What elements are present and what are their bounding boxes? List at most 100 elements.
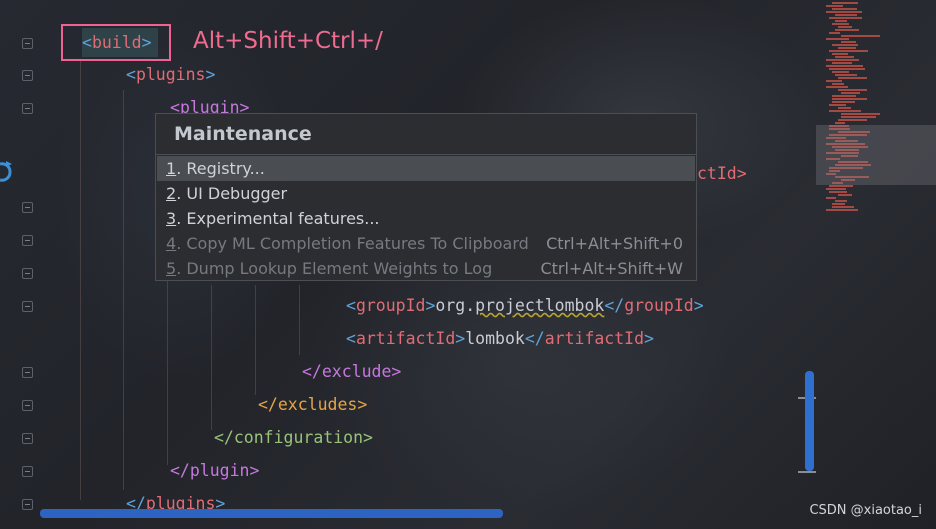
vertical-scrollbar[interactable] [805, 371, 814, 471]
tag-bracket: > [455, 329, 466, 348]
minimap-line [841, 116, 876, 118]
menu-item-label: . Dump Lookup Element Weights to Log [176, 259, 493, 278]
text-value-typo: projectlombok [475, 296, 605, 315]
tag-bracket: > [363, 428, 373, 447]
indent-guide [123, 90, 124, 490]
code-line-artifactid[interactable]: <artifactId>lombok</artifactId> [346, 329, 654, 349]
fold-marker[interactable] [22, 202, 33, 213]
menu-item-dump-lookup-weights[interactable]: 5. Dump Lookup Element Weights to Log Ct… [157, 256, 695, 281]
minimap-viewport[interactable] [816, 125, 936, 185]
menu-item-label: . Experimental features... [176, 209, 380, 228]
minimap-line [841, 113, 880, 115]
minimap-line [838, 26, 852, 28]
code-line-build[interactable]: <build> [82, 33, 152, 53]
menu-item-ui-debugger[interactable]: 2. UI Debugger [157, 181, 695, 206]
minimap-line [838, 47, 856, 49]
menu-item-label: . Registry... [176, 159, 265, 178]
minimap-line [826, 5, 843, 7]
minimap-line [826, 59, 859, 61]
code-line-groupid[interactable]: <groupId>org.projectlombok</groupId> [346, 296, 704, 316]
shortcut-annotation: Alt+Shift+Ctrl+/ [193, 28, 383, 54]
minimap-line [832, 53, 848, 55]
fold-marker[interactable] [22, 499, 33, 510]
minimap-line [832, 44, 858, 46]
minimap-line [832, 95, 856, 97]
tag-name: excludes [277, 395, 358, 414]
menu-item-copy-ml-features[interactable]: 4. Copy ML Completion Features To Clipbo… [157, 231, 695, 256]
minimap-line [826, 86, 848, 88]
fold-marker[interactable] [22, 70, 33, 81]
tag-name: plugins [135, 65, 206, 84]
minimap-line [838, 77, 867, 79]
tag-bracket: > [141, 33, 152, 52]
minimap-line [826, 11, 862, 13]
minimap-line [829, 110, 861, 112]
text-value: org. [435, 296, 476, 315]
minimap-line [829, 32, 840, 34]
minimap-line [826, 209, 858, 211]
minimap-line [838, 119, 867, 121]
maintenance-popup: Maintenance 1. Registry... 2. UI Debugge… [155, 113, 697, 281]
tag-bracket: > [205, 65, 216, 84]
fold-marker[interactable] [22, 268, 33, 279]
scroll-marker [798, 471, 816, 473]
tag-bracket: </ [258, 395, 278, 414]
minimap-line [829, 68, 865, 70]
maven-sync-icon[interactable] [0, 158, 14, 186]
horizontal-scrollbar[interactable] [40, 509, 503, 518]
tag-bracket: </ [302, 362, 322, 381]
code-line-artifact-tail[interactable]: ctId> [697, 164, 747, 184]
tag-bracket: > [693, 296, 704, 315]
indent-guide [211, 285, 212, 430]
fold-marker[interactable] [22, 400, 33, 411]
tag-bracket: > [249, 461, 260, 480]
menu-item-shortcut: Ctrl+Alt+Shift+0 [546, 234, 683, 253]
mnemonic: 4 [166, 234, 177, 253]
minimap-line [835, 29, 859, 31]
indent-guide [80, 60, 81, 500]
minimap-line [838, 194, 852, 196]
tag-bracket: < [82, 33, 92, 52]
fold-marker[interactable] [22, 103, 33, 114]
minimap-line [835, 122, 845, 124]
tag-name: groupId [624, 296, 694, 315]
menu-item-label: . UI Debugger [176, 184, 288, 203]
tag-bracket: < [346, 296, 356, 315]
tag-bracket: > [425, 296, 436, 315]
fold-marker[interactable] [22, 433, 33, 444]
minimap-line [835, 200, 847, 202]
mnemonic: 3 [166, 209, 177, 228]
mnemonic: 5 [166, 259, 177, 278]
tag-bracket: < [126, 65, 136, 84]
minimap-line [841, 35, 880, 37]
fold-marker[interactable] [22, 38, 33, 49]
fold-marker[interactable] [22, 367, 33, 378]
fold-marker[interactable] [22, 235, 33, 246]
menu-item-registry[interactable]: 1. Registry... [157, 156, 695, 181]
tag-name: plugin [189, 461, 250, 480]
code-line-configuration-close[interactable]: </configuration> [214, 428, 373, 448]
code-line-plugin-close[interactable]: </plugin> [170, 461, 259, 481]
tag-bracket: </ [214, 428, 234, 447]
minimap-line [841, 92, 860, 94]
minimap-line [832, 2, 858, 4]
minimap-line [826, 65, 863, 67]
minimap-line [832, 206, 854, 208]
minimap-line [829, 17, 862, 19]
tag-bracket: </ [170, 461, 190, 480]
minimap-line [832, 23, 849, 25]
tag-bracket: < [346, 329, 356, 348]
tag-bracket: > [357, 395, 368, 414]
code-line-plugins[interactable]: <plugins> [126, 65, 215, 85]
menu-item-experimental-features[interactable]: 3. Experimental features... [157, 206, 695, 231]
minimap-line [835, 20, 847, 22]
code-line-exclude-close[interactable]: </exclude> [302, 362, 401, 382]
fold-marker[interactable] [22, 466, 33, 477]
fold-marker[interactable] [22, 301, 33, 312]
code-line-excludes-close[interactable]: </excludes> [258, 395, 367, 415]
minimap-line [838, 89, 867, 91]
minimap-line [829, 191, 847, 193]
tag-name: artifactId [544, 329, 645, 348]
tag-name: groupId [355, 296, 426, 315]
tag-bracket: </ [524, 329, 545, 348]
